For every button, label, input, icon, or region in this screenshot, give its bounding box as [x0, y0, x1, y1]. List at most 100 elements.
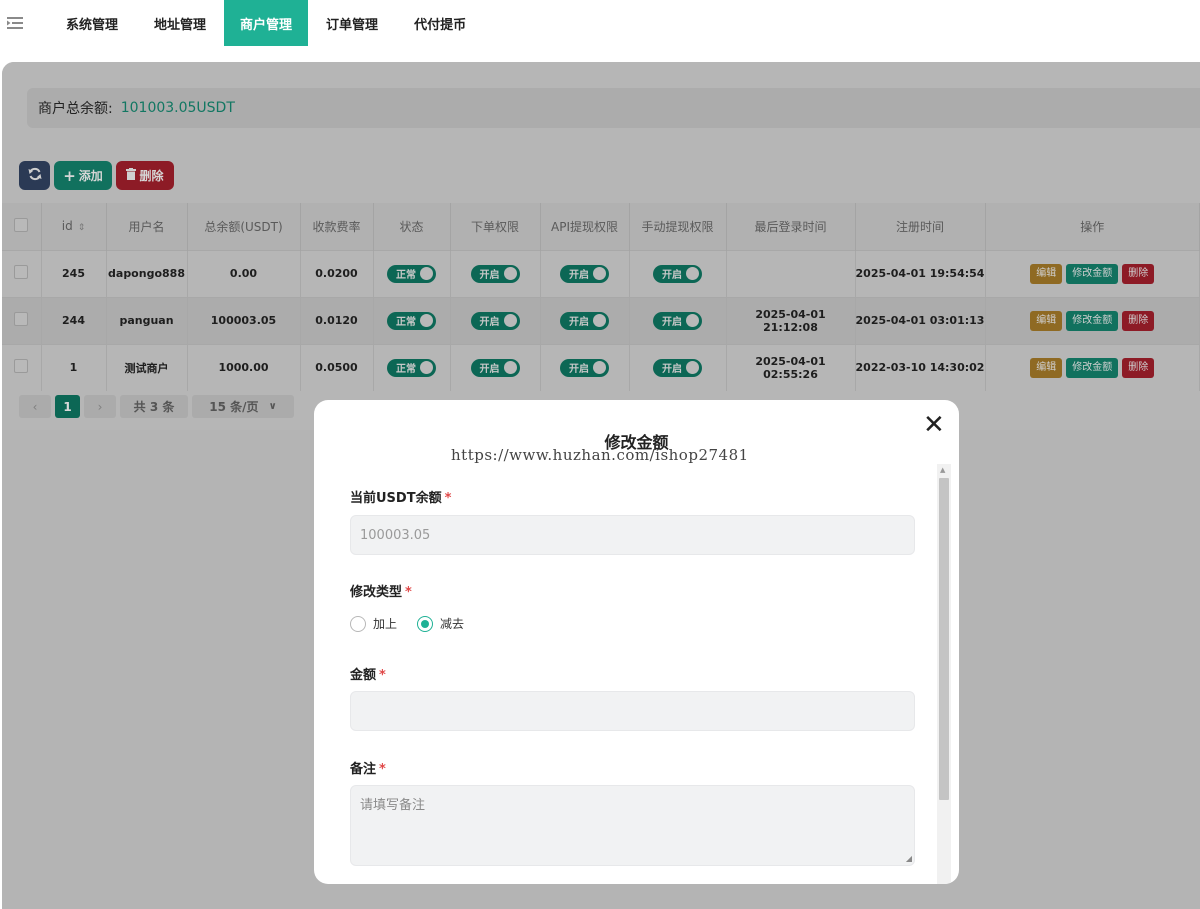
select-all-cell [2, 203, 42, 250]
switch-label: 开启 [479, 364, 500, 376]
order-perm-switch[interactable]: 开启 [470, 311, 520, 330]
switch-label: 开启 [569, 270, 589, 281]
edit-button[interactable]: 编辑 [1030, 310, 1063, 331]
cell-rate: 0.0120 [300, 296, 374, 344]
add-button-label: 添加 [78, 169, 103, 183]
header-id[interactable]: id ⇕ [41, 203, 107, 250]
manual-perm-switch[interactable]: 开启 [653, 311, 702, 330]
cell-last-login: 2025-04-01 02:55:26 [726, 343, 856, 391]
manual-perm-switch[interactable]: 开启 [653, 358, 702, 377]
remark-label-text: 备注 [350, 762, 377, 777]
nav-item-payout[interactable]: 代付提币 [396, 0, 484, 46]
row-checkbox[interactable] [14, 359, 29, 374]
edit-button[interactable]: 编辑 [1030, 263, 1063, 284]
api-perm-switch[interactable]: 开启 [560, 264, 609, 283]
switch-knob [686, 267, 699, 280]
amount-label: 金额 * [350, 664, 386, 683]
switch-knob [593, 314, 606, 327]
row-delete-button[interactable]: 删除 [1122, 263, 1155, 284]
cell-order-perm: 开启 [450, 296, 541, 344]
cell-registered: 2025-04-01 03:01:13 [855, 296, 986, 344]
chevron-right-icon: › [97, 399, 103, 414]
cell-balance: 0.00 [187, 249, 301, 297]
cell-manual-perm: 开启 [629, 343, 727, 391]
manual-perm-switch[interactable]: 开启 [653, 264, 702, 283]
api-perm-switch[interactable]: 开启 [560, 311, 609, 330]
cell-registered: 2025-04-01 19:54:54 [855, 249, 986, 297]
switch-label: 正常 [396, 364, 416, 376]
cell-manual-perm: 开启 [629, 296, 727, 344]
cell-id: 245 [41, 249, 107, 297]
prev-page-button[interactable]: ‹ [19, 395, 51, 418]
close-icon[interactable]: ✕ [923, 410, 945, 440]
row-checkbox[interactable] [14, 265, 29, 279]
switch-label: 开启 [479, 317, 500, 328]
modify-amount-button[interactable]: 修改金额 [1066, 310, 1119, 331]
radio-add[interactable] [350, 615, 366, 632]
scrollbar-thumb[interactable] [939, 478, 949, 800]
cell-manual-perm: 开启 [629, 249, 727, 297]
modify-amount-button[interactable]: 修改金额 [1066, 263, 1119, 284]
table-row: 244 panguan 100003.05 0.0120 正常 开启 开启 开启… [2, 296, 1200, 344]
chevron-left-icon: ‹ [32, 399, 38, 414]
row-select-cell [2, 249, 42, 297]
delete-button[interactable]: 删除 [116, 161, 174, 190]
cell-last-login: 2025-04-01 21:12:08 [726, 296, 856, 344]
header-id-label: id [61, 219, 73, 234]
scroll-up-icon[interactable]: ▲ [940, 466, 945, 474]
top-navigation: 系统管理 地址管理 商户管理 订单管理 代付提币 [0, 0, 1200, 46]
trash-icon [126, 168, 137, 183]
cell-api-perm: 开启 [540, 343, 630, 391]
cell-username: 测试商户 [106, 343, 188, 391]
table-row: 1 测试商户 1000.00 0.0500 正常 开启 开启 开启 2025-0… [2, 343, 1200, 391]
radio-add-label[interactable]: 加上 [373, 615, 397, 632]
cell-order-perm: 开启 [450, 249, 541, 297]
nav-item-system[interactable]: 系统管理 [48, 0, 136, 46]
dialog-scrollbar[interactable]: ▲ [937, 464, 951, 884]
status-switch[interactable]: 正常 [387, 358, 436, 377]
required-mark: * [379, 762, 386, 777]
switch-label: 开启 [662, 317, 682, 328]
amount-input[interactable] [350, 691, 915, 731]
radio-selected-dot [421, 619, 430, 628]
switch-label: 正常 [396, 270, 416, 281]
switch-label: 开启 [569, 364, 589, 376]
page-size-select[interactable]: 15 条/页 ∨ [192, 395, 294, 418]
radio-subtract-label[interactable]: 减去 [440, 615, 464, 632]
switch-label: 开启 [662, 364, 682, 376]
sort-icon[interactable]: ⇕ [78, 223, 86, 233]
row-delete-button[interactable]: 删除 [1122, 357, 1155, 378]
row-delete-button[interactable]: 删除 [1122, 310, 1155, 331]
order-perm-switch[interactable]: 开启 [470, 358, 520, 377]
status-switch[interactable]: 正常 [387, 264, 436, 283]
header-balance: 总余额(USDT) [187, 203, 301, 250]
nav-item-order[interactable]: 订单管理 [308, 0, 396, 46]
watermark-text: https://www.huzhan.com/ishop27481 [451, 446, 749, 464]
modify-amount-button[interactable]: 修改金额 [1066, 357, 1119, 378]
cell-api-perm: 开启 [540, 249, 630, 297]
status-switch[interactable]: 正常 [387, 311, 436, 330]
cell-order-perm: 开启 [450, 343, 541, 391]
edit-button[interactable]: 编辑 [1030, 357, 1063, 378]
amount-label-text: 金额 [350, 668, 377, 683]
refresh-button[interactable] [19, 161, 50, 190]
switch-knob [503, 314, 517, 327]
merchant-table: id ⇕ 用户名 总余额(USDT) 收款费率 状态 下单权限 API提现权限 手… [2, 203, 1200, 391]
radio-subtract[interactable] [417, 615, 434, 632]
remark-textarea[interactable]: 请填写备注 ◢ [350, 785, 915, 866]
resize-handle-icon[interactable]: ◢ [906, 854, 912, 863]
nav-item-address[interactable]: 地址管理 [136, 0, 224, 46]
page-1-button[interactable]: 1 [55, 395, 80, 418]
api-perm-switch[interactable]: 开启 [560, 358, 609, 377]
current-balance-label-text: 当前USDT余额 [350, 491, 442, 506]
select-all-checkbox[interactable] [14, 217, 29, 232]
menu-collapse-icon[interactable] [0, 0, 30, 46]
switch-label: 开启 [569, 317, 589, 328]
header-status: 状态 [373, 203, 451, 250]
next-page-button[interactable]: › [84, 395, 116, 418]
add-button[interactable]: + 添加 [54, 161, 112, 190]
row-checkbox[interactable] [14, 312, 29, 326]
nav-item-merchant[interactable]: 商户管理 [224, 0, 309, 46]
order-perm-switch[interactable]: 开启 [470, 264, 520, 283]
cell-status: 正常 [373, 296, 451, 344]
